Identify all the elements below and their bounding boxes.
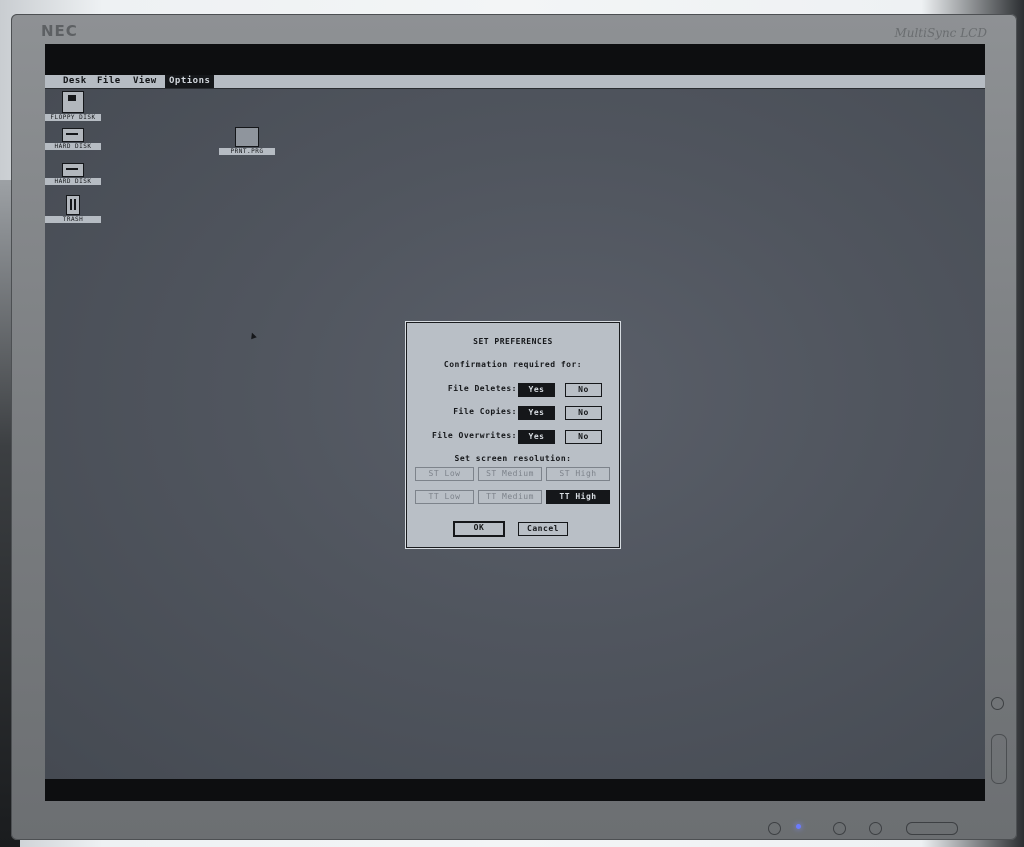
- desktop-icon-label: HARD DISK: [45, 178, 101, 185]
- menu-file[interactable]: File: [93, 75, 125, 88]
- mouse-pointer-icon: ▲: [248, 329, 258, 342]
- res-st-medium-button[interactable]: ST Medium: [478, 467, 542, 481]
- file-overwrites-row: File Overwrites: Yes No: [407, 430, 619, 444]
- file-deletes-no-button[interactable]: No: [565, 383, 602, 397]
- power-led-icon: [796, 824, 801, 829]
- res-tt-low-button[interactable]: TT Low: [415, 490, 474, 504]
- menu-options[interactable]: Options: [165, 75, 215, 88]
- monitor-brand: NEC: [41, 22, 78, 40]
- hard-disk-icon: [62, 128, 84, 142]
- menu-view[interactable]: View: [129, 75, 161, 88]
- file-copies-yes-button[interactable]: Yes: [518, 406, 555, 420]
- dialog-title: SET PREFERENCES: [473, 337, 553, 346]
- desktop-icon-program[interactable]: PRNT.PRG: [219, 127, 275, 155]
- file-overwrites-label: File Overwrites:: [431, 431, 517, 440]
- ok-button[interactable]: OK: [453, 521, 505, 537]
- file-copies-no-button[interactable]: No: [565, 406, 602, 420]
- file-overwrites-yes-button[interactable]: Yes: [518, 430, 555, 444]
- file-deletes-yes-button[interactable]: Yes: [518, 383, 555, 397]
- monitor-model: MultiSync LCD: [894, 26, 987, 40]
- program-icon: [235, 127, 259, 147]
- desktop-icon-hard-disk-c[interactable]: HARD DISK: [45, 122, 101, 150]
- file-deletes-row: File Deletes: Yes No: [407, 383, 619, 397]
- set-preferences-dialog: SET PREFERENCES Confirmation required fo…: [406, 322, 620, 548]
- dialog-subtitle: Confirmation required for:: [443, 360, 583, 369]
- desktop-screen: Desk File View Options FLOPPY DISK HARD …: [45, 75, 985, 779]
- desktop-icon-trash[interactable]: TRASH: [45, 195, 101, 223]
- menu-button[interactable]: [833, 822, 846, 835]
- file-overwrites-no-button[interactable]: No: [565, 430, 602, 444]
- file-deletes-label: File Deletes:: [447, 384, 517, 393]
- side-control[interactable]: [991, 734, 1007, 784]
- desktop-icon-label: PRNT.PRG: [219, 148, 275, 155]
- floppy-disk-icon: [62, 91, 84, 113]
- resolution-label: Set screen resolution:: [454, 454, 572, 463]
- res-st-high-button[interactable]: ST High: [546, 467, 610, 481]
- power-button[interactable]: [768, 822, 781, 835]
- trash-icon: [66, 195, 80, 215]
- file-copies-row: File Copies: Yes No: [407, 406, 619, 420]
- menu-desk[interactable]: Desk: [59, 75, 91, 88]
- desktop-icon-label: HARD DISK: [45, 143, 101, 150]
- input-button[interactable]: [869, 822, 882, 835]
- desktop-icon-hard-disk-d[interactable]: HARD DISK: [45, 157, 101, 185]
- res-tt-high-button[interactable]: TT High: [546, 490, 610, 504]
- adjust-button[interactable]: [906, 822, 958, 835]
- desktop-icon-label: TRASH: [45, 216, 101, 223]
- res-tt-medium-button[interactable]: TT Medium: [478, 490, 542, 504]
- menu-bar: Desk File View Options: [45, 75, 985, 89]
- res-st-low-button[interactable]: ST Low: [415, 467, 474, 481]
- side-button[interactable]: [991, 697, 1004, 710]
- hard-disk-icon: [62, 163, 84, 177]
- desktop-icon-floppy[interactable]: FLOPPY DISK: [45, 91, 101, 121]
- cancel-button[interactable]: Cancel: [518, 522, 568, 536]
- file-copies-label: File Copies:: [453, 407, 517, 416]
- desktop-icon-label: FLOPPY DISK: [45, 114, 101, 121]
